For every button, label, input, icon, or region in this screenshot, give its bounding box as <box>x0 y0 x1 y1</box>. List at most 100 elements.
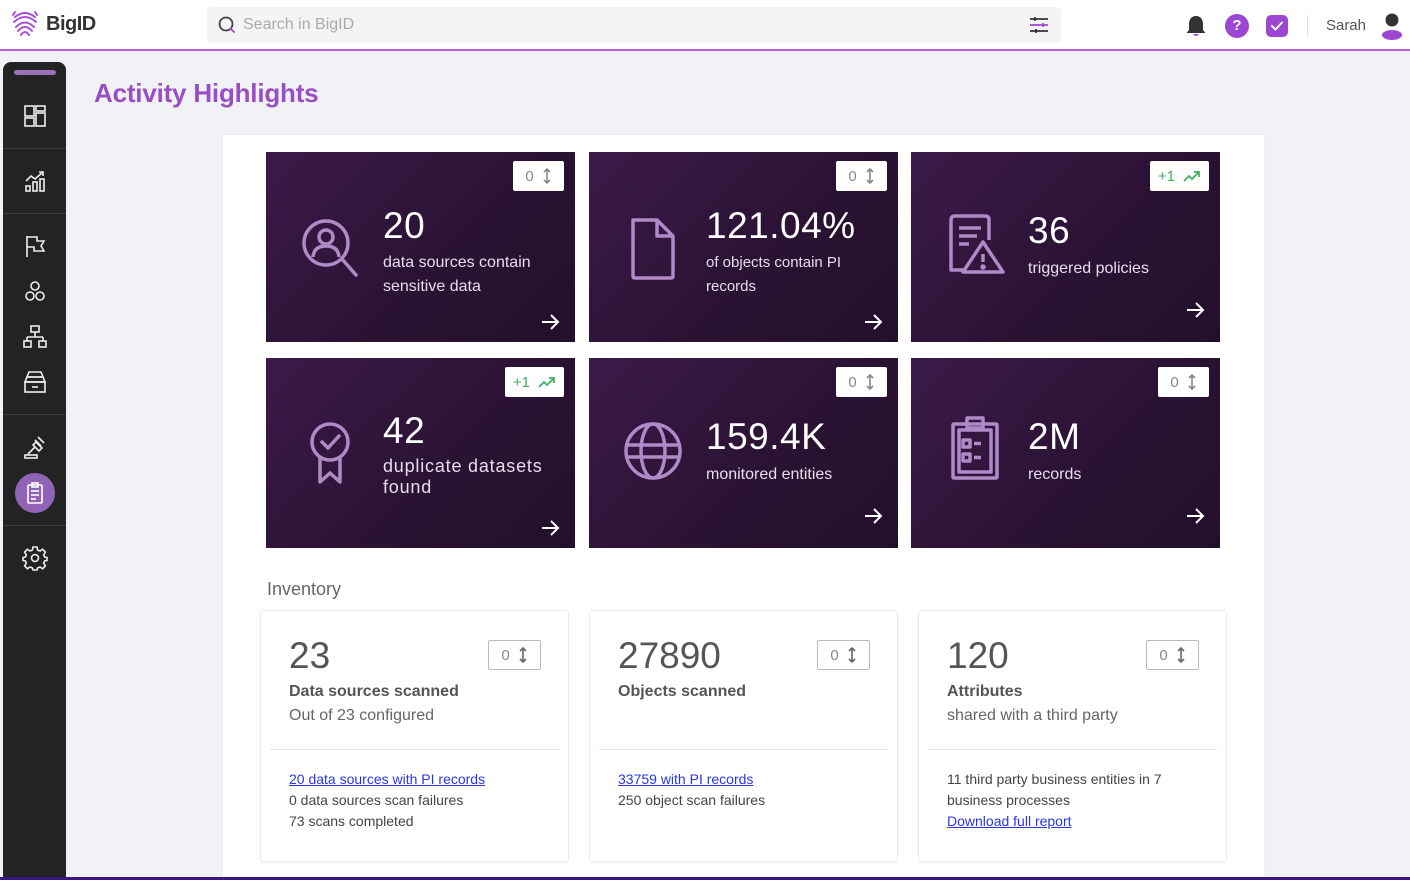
inventory-details: 11 third party business entities in 7 bu… <box>947 769 1207 832</box>
arrow-right-icon[interactable] <box>862 311 884 333</box>
award-badge-icon <box>310 422 350 484</box>
highlight-card-triggered-policies[interactable]: +1 36 triggered policies <box>911 152 1220 342</box>
header-actions: ? Sarah <box>1183 0 1410 51</box>
flag-icon <box>25 236 45 257</box>
pi-data-sources-link[interactable]: 20 data sources with PI records <box>289 769 549 790</box>
sidebar-item-policies[interactable] <box>3 226 66 266</box>
highlight-label: records <box>1028 466 1082 483</box>
trend-badge: +1 <box>504 367 564 397</box>
trend-badge: +1 <box>1149 161 1209 191</box>
highlight-label: monitored entities <box>706 466 833 483</box>
sidebar-divider <box>3 525 66 526</box>
trend-count: 0 <box>1170 373 1179 391</box>
trend-badge: 0 <box>817 640 870 670</box>
trend-badge: 0 <box>836 367 887 397</box>
person-search-icon <box>302 219 358 277</box>
clipboard-list-icon <box>951 416 999 480</box>
policy-warning-icon <box>949 214 1005 274</box>
highlight-value: 36 <box>1028 210 1071 251</box>
filter-sliders-icon[interactable] <box>1027 13 1051 37</box>
app-logo[interactable]: BigID <box>10 9 96 39</box>
sidebar-item-settings[interactable] <box>3 538 66 578</box>
inventory-subtitle: shared with a third party <box>947 707 1118 724</box>
inventory-title: Data sources scanned <box>289 683 459 700</box>
inventory-title: Attributes <box>947 683 1023 700</box>
highlight-value: 2M <box>1028 416 1081 457</box>
sidebar-item-analytics[interactable] <box>3 162 66 202</box>
inventory-details: 33759 with PI records 250 object scan fa… <box>618 769 878 811</box>
trend-count: +1 <box>512 373 530 391</box>
trend-badge: 0 <box>1146 640 1199 670</box>
inventory-value: 27890 <box>618 635 721 676</box>
highlight-card-sensitive-sources[interactable]: 0 20 data sources contain sensitive data <box>266 152 575 342</box>
arrow-right-icon[interactable] <box>862 505 884 527</box>
trending-up-icon <box>1183 171 1200 182</box>
archive-drawer-icon <box>23 371 46 393</box>
detail-line: 11 third party business entities in 7 bu… <box>947 771 1162 808</box>
sidebar-nav <box>3 62 66 880</box>
highlight-value: 42 <box>383 410 426 451</box>
gavel-icon <box>23 436 45 459</box>
sidebar-accent-bar <box>14 70 56 75</box>
sidebar-item-hierarchy[interactable] <box>3 317 66 357</box>
neutral-trend-icon <box>866 167 874 185</box>
inventory-title: Objects scanned <box>618 683 747 700</box>
fingerprint-logo-icon <box>12 11 38 36</box>
neutral-trend-icon <box>543 167 551 185</box>
neutral-trend-icon <box>519 646 527 664</box>
sidebar-divider <box>3 213 66 214</box>
trend-count: 0 <box>848 167 857 185</box>
sidebar-divider <box>3 414 66 415</box>
sidebar-item-compliance[interactable] <box>3 428 66 468</box>
trend-badge: 0 <box>488 640 541 670</box>
highlight-card-pi-objects[interactable]: 0 121.04% of objects contain PI records <box>589 152 898 342</box>
detail-line: 0 data sources scan failures <box>289 792 464 808</box>
sidebar-item-inventory[interactable] <box>3 362 66 402</box>
search-input[interactable] <box>243 16 1027 34</box>
arrow-right-icon[interactable] <box>539 311 561 333</box>
chart-growth-icon <box>24 171 45 192</box>
sidebar-item-clusters[interactable] <box>3 272 66 312</box>
trend-badge: 0 <box>836 161 887 191</box>
trend-count: 0 <box>848 373 857 391</box>
highlight-value: 121.04% <box>706 205 856 246</box>
tasks-check-icon[interactable] <box>1265 14 1288 37</box>
dashboard-icon <box>23 105 46 127</box>
global-search[interactable] <box>207 7 1061 43</box>
inventory-value: 23 <box>289 635 331 676</box>
arrow-right-icon[interactable] <box>539 517 561 539</box>
trending-up-icon <box>538 377 555 388</box>
highlight-label: triggered policies <box>1028 260 1149 277</box>
sidebar-item-dashboard[interactable] <box>3 96 66 136</box>
inventory-subtitle: Out of 23 configured <box>289 707 434 724</box>
trend-badge: 0 <box>1158 367 1209 397</box>
neutral-trend-icon <box>1188 373 1196 391</box>
user-name[interactable]: Sarah <box>1326 17 1366 34</box>
bell-icon[interactable] <box>1183 13 1209 39</box>
highlight-card-duplicate-datasets[interactable]: +1 42 duplicate datasets found <box>266 358 575 548</box>
neutral-trend-icon <box>848 646 856 664</box>
org-chart-icon <box>22 325 47 348</box>
search-icon <box>218 16 235 33</box>
sidebar-divider <box>3 148 66 149</box>
highlight-card-monitored-entities[interactable]: 0 159.4K monitored entities <box>589 358 898 548</box>
inventory-heading: Inventory <box>267 579 342 599</box>
top-header: BigID ? Sarah <box>0 0 1410 51</box>
sidebar-item-reports[interactable] <box>3 473 66 513</box>
highlight-card-records[interactable]: 0 2M records <box>911 358 1220 548</box>
trend-count: 0 <box>1159 646 1168 664</box>
logo-text: BigID <box>46 12 96 35</box>
help-icon[interactable]: ? <box>1224 13 1249 38</box>
document-icon <box>631 218 675 280</box>
pi-objects-link[interactable]: 33759 with PI records <box>618 769 878 790</box>
arrow-right-icon[interactable] <box>1184 505 1206 527</box>
page-title: Activity Highlights <box>94 78 319 108</box>
download-report-link[interactable]: Download full report <box>947 811 1207 832</box>
clipboard-icon <box>26 482 43 504</box>
inventory-value: 120 <box>947 635 1009 676</box>
user-avatar-icon[interactable] <box>1380 12 1404 40</box>
inventory-card-data-sources: 23 0 Data sources scanned Out of 23 conf… <box>260 610 569 862</box>
arrow-right-icon[interactable] <box>1184 299 1206 321</box>
card-divider <box>928 749 1217 750</box>
trend-count: 0 <box>501 646 510 664</box>
